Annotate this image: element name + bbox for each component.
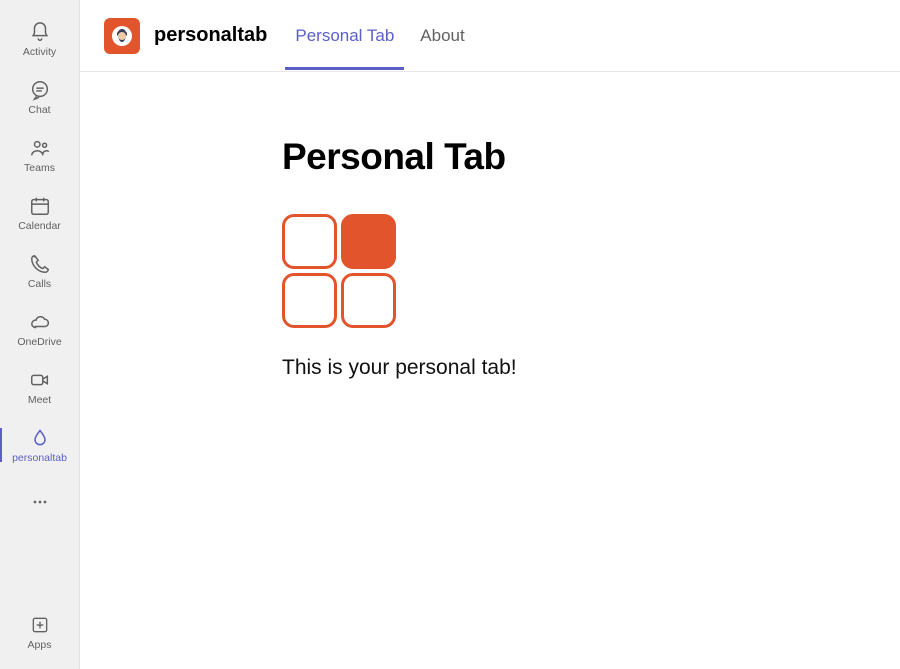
logo-square-tl (282, 214, 337, 269)
drop-icon (28, 426, 52, 450)
sidebar-item-more[interactable] (0, 480, 79, 524)
sidebar-item-label: OneDrive (17, 336, 61, 348)
sidebar-item-label: Apps (28, 639, 52, 651)
sidebar-item-onedrive[interactable]: OneDrive (0, 300, 79, 358)
apps-icon (28, 613, 52, 637)
app-title: personaltab (154, 24, 267, 47)
sidebar-item-activity[interactable]: Activity (0, 10, 79, 68)
main-panel: personaltab Personal Tab About Personal … (80, 0, 900, 669)
app-root: Activity Chat (0, 0, 900, 669)
sidebar-item-label: Activity (23, 46, 56, 58)
tab-personal-tab[interactable]: Personal Tab (289, 26, 400, 46)
sidebar-item-chat[interactable]: Chat (0, 68, 79, 126)
tab-content: Personal Tab This is your personal tab! (80, 72, 900, 669)
sidebar-item-label: Calendar (18, 220, 61, 232)
logo-square-br (341, 273, 396, 328)
bell-icon (28, 20, 52, 44)
page-heading: Personal Tab (282, 136, 900, 178)
phone-icon (28, 252, 52, 276)
logo-grid (282, 214, 900, 328)
tab-about[interactable]: About (414, 26, 470, 46)
app-icon (104, 18, 140, 54)
sidebar-item-label: Meet (28, 394, 51, 406)
sidebar-item-label: Calls (28, 278, 51, 290)
sidebar-item-teams[interactable]: Teams (0, 126, 79, 184)
chat-icon (28, 78, 52, 102)
video-icon (28, 368, 52, 392)
left-nav-rail: Activity Chat (0, 0, 80, 669)
sidebar-item-calendar[interactable]: Calendar (0, 184, 79, 242)
page-description: This is your personal tab! (282, 356, 900, 380)
teams-icon (28, 136, 52, 160)
sidebar-item-meet[interactable]: Meet (0, 358, 79, 416)
sidebar-item-apps[interactable]: Apps (0, 603, 79, 661)
calendar-icon (28, 194, 52, 218)
cloud-icon (28, 310, 52, 334)
sidebar-item-personaltab[interactable]: personaltab (0, 416, 79, 474)
more-icon (28, 490, 52, 514)
logo-square-tr (341, 214, 396, 269)
sidebar-item-label: Teams (24, 162, 55, 174)
sidebar-item-label: Chat (28, 104, 50, 116)
logo-square-bl (282, 273, 337, 328)
sidebar-item-label: personaltab (12, 452, 67, 464)
top-bar: personaltab Personal Tab About (80, 0, 900, 72)
sidebar-item-calls[interactable]: Calls (0, 242, 79, 300)
